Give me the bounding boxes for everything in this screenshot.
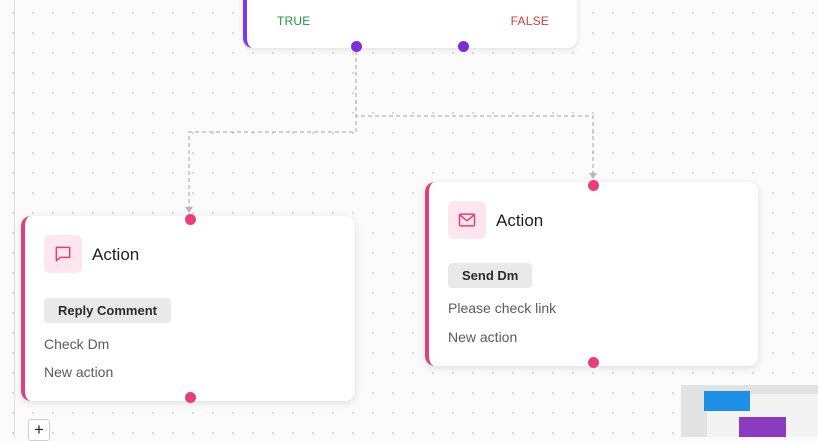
true-branch-label: TRUE [277,14,311,28]
mail-icon [448,201,486,239]
false-output-handle[interactable] [458,41,469,52]
action-node-send-dm[interactable]: Action Send Dm Please check link New act… [425,182,758,366]
minimap[interactable] [681,385,818,437]
action-type-badge: Send Dm [448,263,533,288]
message-square-icon [44,235,82,273]
action-type-badge: Reply Comment [44,298,171,323]
action-node-title: Action [92,245,140,264]
zoom-in-button[interactable]: + [28,419,50,441]
edge-arrow-right [589,173,597,179]
true-output-handle[interactable] [351,41,362,52]
minimap-node-purple [739,417,786,437]
send-dm-output-handle[interactable] [588,357,599,368]
reply-comment-output-handle[interactable] [185,392,196,403]
canvas-left-border [14,0,15,437]
action-message-text: Please check link [448,300,557,316]
send-dm-input-handle[interactable] [588,180,599,191]
new-action-link[interactable]: New action [448,329,517,345]
action-node-reply-comment[interactable]: Action Reply Comment Check Dm New action [21,216,355,401]
condition-node[interactable]: TRUE FALSE [243,0,577,48]
edge-arrow-left [185,207,193,213]
edge-true-to-reply-comment [188,51,357,212]
minimap-node-blue [704,391,750,411]
action-node-title: Action [496,211,544,230]
action-message-text: Check Dm [44,336,110,352]
reply-comment-input-handle[interactable] [185,214,196,225]
false-branch-label: FALSE [510,14,549,28]
edge-to-send-dm [355,100,594,178]
new-action-link[interactable]: New action [44,364,113,380]
